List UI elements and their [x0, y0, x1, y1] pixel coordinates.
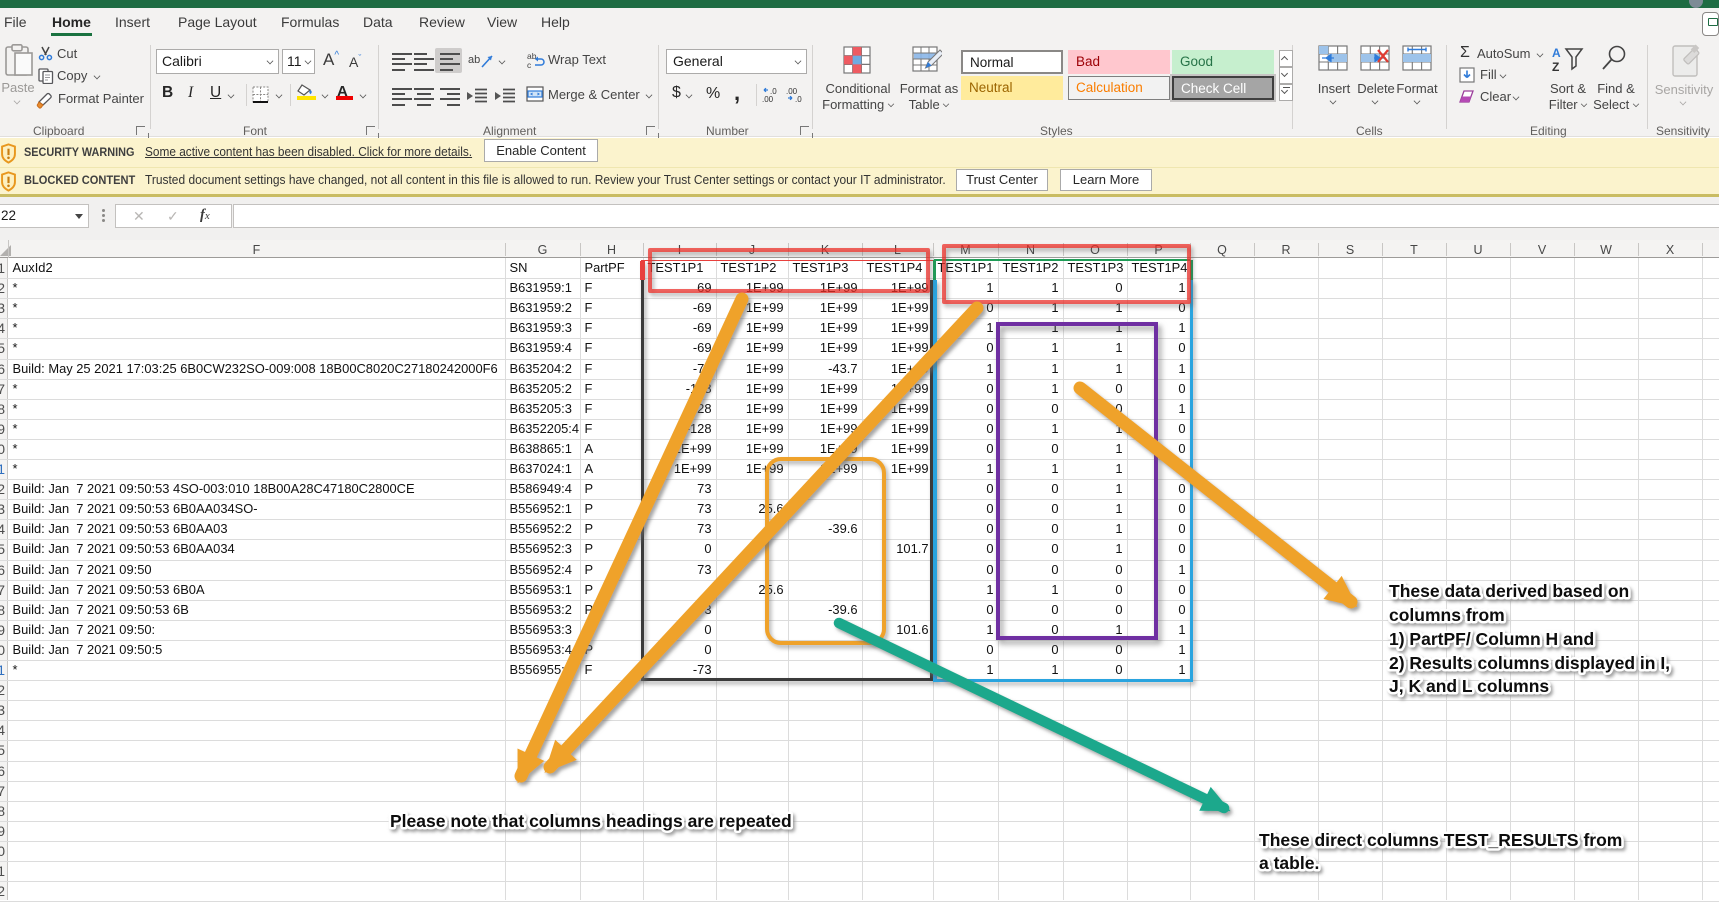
svg-text:Z: Z: [1552, 60, 1559, 72]
svg-text:.0: .0: [795, 95, 802, 103]
svg-text:ab: ab: [468, 54, 480, 66]
svg-text:c: c: [527, 60, 532, 69]
svg-text:A: A: [1552, 46, 1561, 60]
svg-text:.00: .00: [762, 95, 774, 103]
